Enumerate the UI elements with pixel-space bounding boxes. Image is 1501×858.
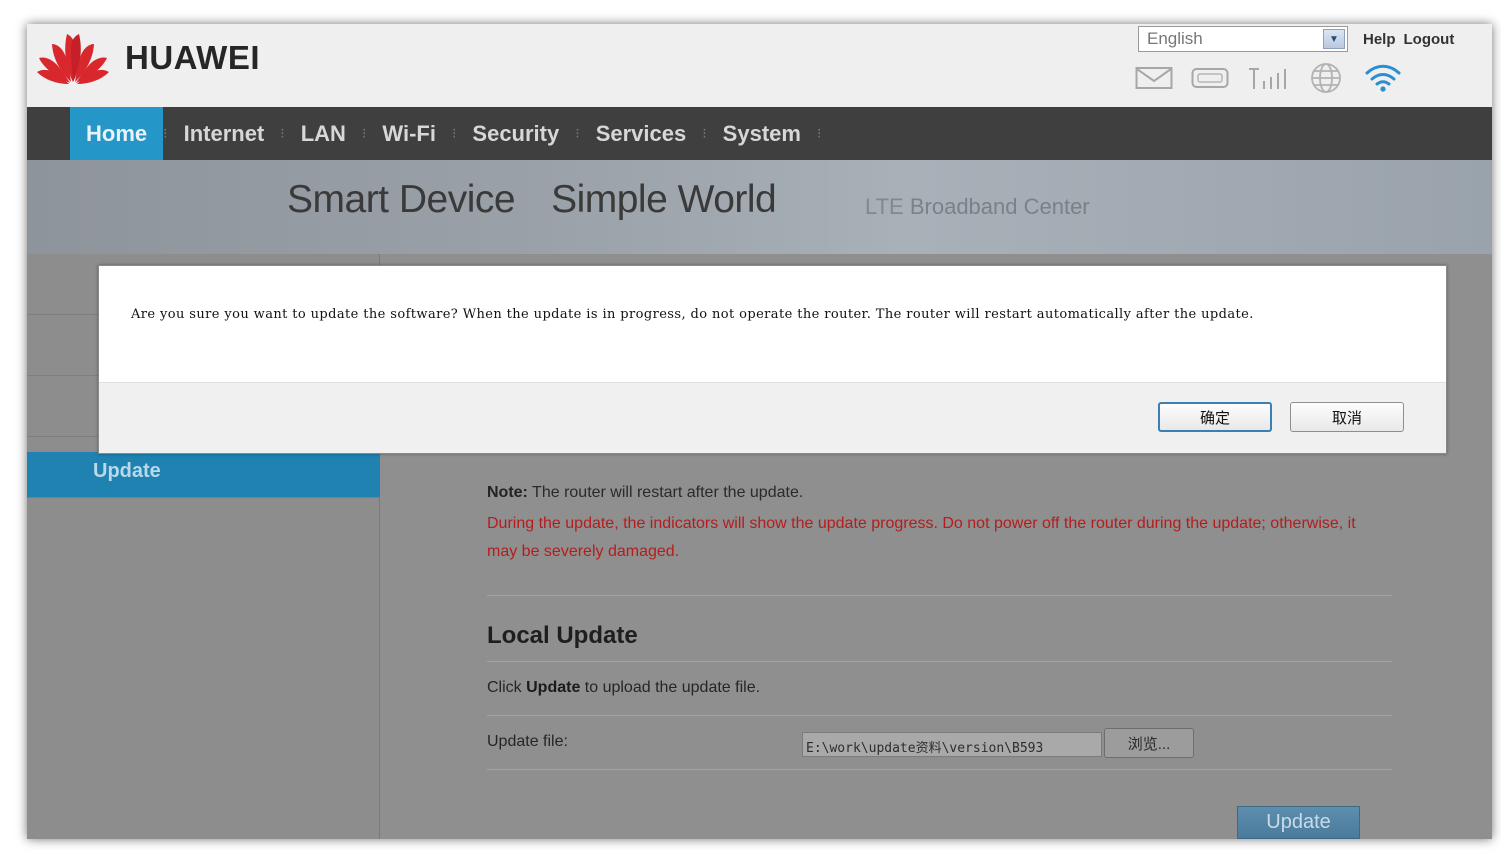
globe-icon [1311,63,1341,93]
mail-icon[interactable] [1135,65,1173,91]
tab-security[interactable]: Security [456,107,575,160]
instruction-text: Click Update to upload the update file. [487,679,760,697]
language-select[interactable]: English ▼ [1138,26,1348,52]
browse-button[interactable]: 浏览... [1104,728,1194,758]
divider [487,715,1392,716]
status-icons [1135,62,1403,94]
section-title: Local Update [487,622,638,649]
confirm-button[interactable]: 确定 [1158,402,1272,432]
divider [487,769,1392,770]
warning-text: During the update, the indicators will s… [487,515,1356,560]
update-file-input[interactable]: E:\work\update资料\version\B593 [802,732,1102,757]
tab-system[interactable]: System [707,107,817,160]
instruction-prefix: Click [487,679,527,696]
top-links: Help Logout [1363,31,1462,48]
slogan-subtitle: LTE Broadband Center [865,194,1090,220]
dialog-message: Are you sure you want to update the soft… [131,307,1254,322]
update-file-label: Update file: [487,733,568,750]
tab-internet[interactable]: Internet [168,107,281,160]
chevron-down-icon[interactable]: ▼ [1323,29,1345,49]
banner: Smart Device Simple World LTE Broadband C… [27,160,1492,254]
nav-separator: ⁝ [816,125,822,141]
divider [487,661,1392,662]
instruction-suffix: to upload the update file. [580,679,761,696]
tab-lan[interactable]: LAN [285,107,362,160]
sidebar-item-update[interactable]: Update [27,452,380,498]
slogan: Smart Device Simple World [287,178,777,222]
slogan-part-2: Simple World [551,178,777,221]
signal-icon [1249,68,1286,89]
tab-home[interactable]: Home [70,107,164,160]
brand-name: HUAWEI [125,39,260,76]
tab-services[interactable]: Services [580,107,703,160]
slogan-part-1: Smart Device [287,178,516,221]
main-nav: Home ⁝ Internet ⁝ LAN ⁝ Wi-Fi ⁝ Security… [27,107,1492,160]
usb-icon[interactable] [1191,65,1229,91]
huawei-logo-icon [37,34,109,84]
tab-wifi[interactable]: Wi-Fi [366,107,452,160]
slogan-rest: Broadband Center [909,194,1090,219]
note-text: The router will restart after the update… [527,484,804,501]
help-link[interactable]: Help [1363,31,1396,48]
header: HUAWEI English ▼ Help Logout [27,24,1492,107]
logo: HUAWEI [33,30,260,86]
cancel-button[interactable]: 取消 [1290,402,1404,432]
instruction-bold: Update [526,679,581,696]
update-button[interactable]: Update [1237,806,1360,839]
wifi-icon [1365,64,1401,92]
logout-link[interactable]: Logout [1404,31,1455,48]
slogan-lte: LTE [865,194,904,219]
note-label: Note: [487,484,528,501]
language-value: English [1147,29,1203,48]
note: Note: The router will restart after the … [487,484,803,502]
confirm-dialog: Are you sure you want to update the soft… [98,265,1447,454]
dialog-footer: 确定 取消 [99,382,1446,453]
divider [487,595,1392,596]
